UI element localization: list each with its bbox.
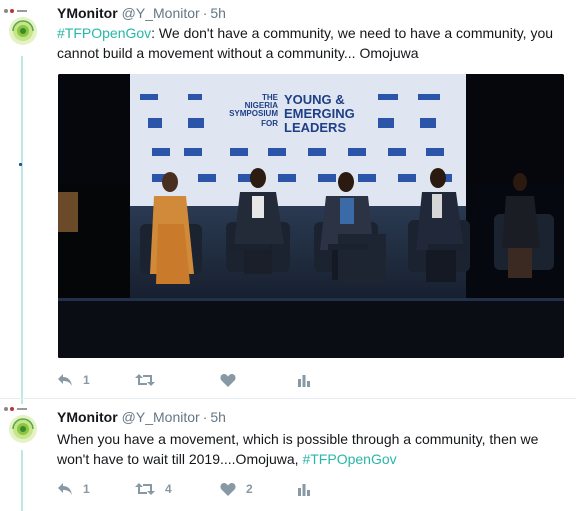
separator: ·: [202, 5, 208, 21]
bar-chart-icon: [298, 484, 310, 496]
retweet-button[interactable]: [135, 371, 165, 389]
hashtag-link[interactable]: #TFPOpenGov: [302, 451, 396, 467]
analytics-button[interactable]: [297, 480, 311, 498]
tweet-header: YMonitor @Y_Monitor · 5h: [57, 408, 226, 426]
svg-text:LEADERS: LEADERS: [284, 120, 346, 135]
reply-icon: [58, 374, 72, 386]
svg-text:SYMPOSIUM: SYMPOSIUM: [229, 109, 278, 118]
svg-text:FOR: FOR: [261, 119, 278, 128]
svg-text:EMERGING: EMERGING: [284, 106, 355, 121]
separator: ·: [202, 409, 208, 425]
retweet-button[interactable]: 4: [135, 480, 172, 498]
avatar[interactable]: [0, 6, 46, 52]
reply-button[interactable]: 1: [57, 371, 90, 389]
bar-chart-icon: [298, 375, 310, 387]
user-name[interactable]: YMonitor: [57, 5, 118, 21]
tweet-header: YMonitor @Y_Monitor · 5h: [57, 4, 226, 22]
svg-text:YOUNG &: YOUNG &: [284, 92, 345, 107]
hashtag-link[interactable]: #TFPOpenGov: [57, 25, 151, 41]
tweet-media-photo[interactable]: THE NIGERIA SYMPOSIUM FOR YOUNG & EMERGI…: [58, 74, 564, 358]
heart-icon: [220, 374, 236, 387]
analytics-button[interactable]: [297, 371, 311, 389]
like-button[interactable]: [220, 371, 246, 389]
timestamp[interactable]: 5h: [210, 5, 226, 21]
tweet-text: When you have a movement, which is possi…: [57, 429, 569, 469]
like-count: 2: [246, 482, 253, 496]
reply-icon: [58, 483, 72, 495]
like-button[interactable]: 2: [220, 480, 253, 498]
tweet-text: #TFPOpenGov: We don't have a community, …: [57, 23, 569, 63]
reply-button[interactable]: 1: [57, 480, 90, 498]
reply-count: 1: [83, 373, 90, 387]
retweet-icon: [135, 374, 155, 386]
event-stage-photo: THE NIGERIA SYMPOSIUM FOR YOUNG & EMERGI…: [58, 74, 564, 358]
heart-icon: [220, 483, 236, 496]
tweet[interactable]: YMonitor @Y_Monitor · 5h #TFPOpenGov: We do…: [0, 0, 576, 398]
ymonitor-logo-icon: [0, 6, 46, 52]
timestamp[interactable]: 5h: [210, 409, 226, 425]
retweet-icon: [135, 483, 155, 495]
user-name[interactable]: YMonitor: [57, 409, 118, 425]
tweet-body: When you have a movement, which is possi…: [57, 431, 539, 467]
reply-count: 1: [83, 482, 90, 496]
ymonitor-logo-icon: [0, 404, 46, 450]
avatar[interactable]: [0, 404, 46, 450]
retweet-count: 4: [165, 482, 172, 496]
user-handle[interactable]: @Y_Monitor: [122, 5, 200, 21]
user-handle[interactable]: @Y_Monitor: [122, 409, 200, 425]
tweet-divider: [0, 398, 576, 399]
